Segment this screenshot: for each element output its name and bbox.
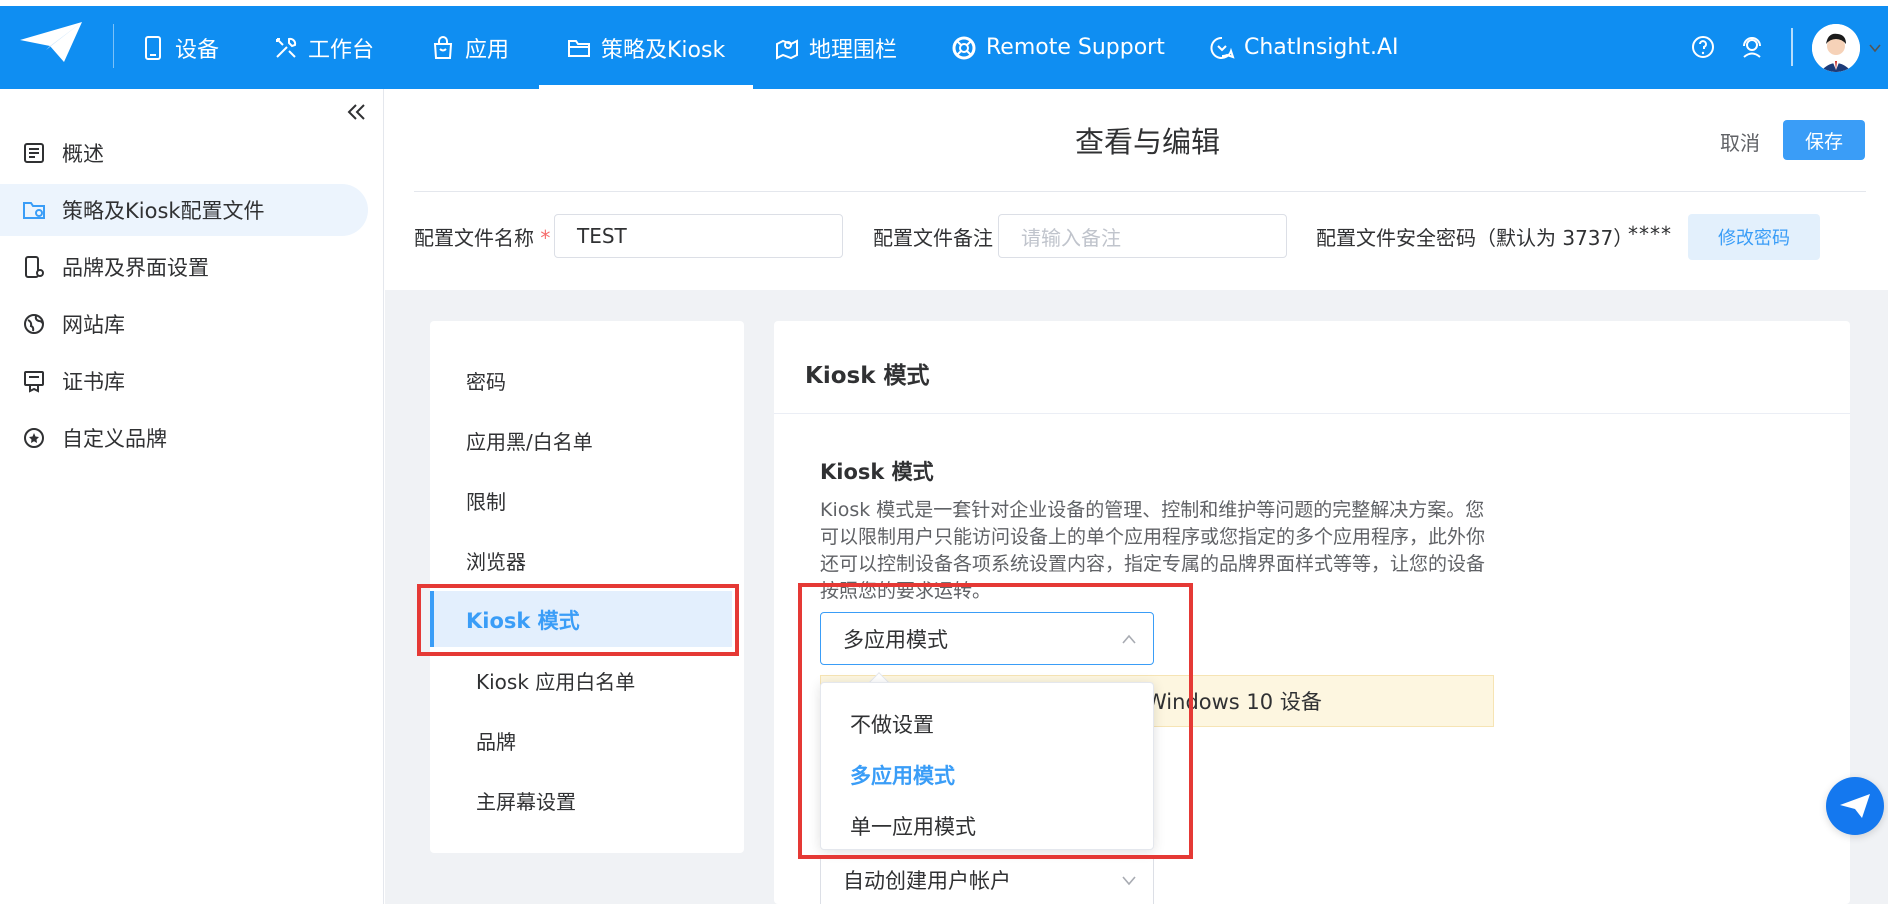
sidebar-item-website-library[interactable]: 网站库 — [0, 298, 368, 350]
submenu-item-browser[interactable]: 浏览器 — [466, 546, 526, 575]
highlight-box-kiosk-menu — [417, 584, 739, 656]
user-avatar[interactable] — [1812, 24, 1860, 72]
profile-name-value: TEST — [577, 224, 627, 248]
account-selected-value: 自动创建用户帐户 — [843, 869, 1011, 893]
sidebar-item-label: 概述 — [62, 142, 104, 166]
chat-ai-icon — [1210, 36, 1235, 59]
submenu-item-app-blacklist[interactable]: 应用黑/白名单 — [466, 426, 593, 455]
toolbar-divider — [1791, 28, 1793, 66]
panel-title: Kiosk 模式 — [805, 363, 930, 389]
profile-name-label-text: 配置文件名称 — [414, 226, 534, 250]
certificate-icon — [24, 371, 44, 393]
nav-divider — [113, 24, 114, 68]
nav-tab-label: 应用 — [465, 37, 510, 63]
sidebar-item-branding[interactable]: 品牌及界面设置 — [0, 241, 368, 293]
paper-plane-icon — [1840, 794, 1870, 818]
star-circle-icon — [24, 428, 44, 448]
floating-assistant-button[interactable] — [1826, 777, 1884, 835]
nav-tab-label: 工作台 — [308, 37, 375, 63]
nav-tab-label: 地理围栏 — [809, 37, 898, 63]
masked-password: **** — [1628, 222, 1672, 246]
globe-icon — [24, 314, 44, 334]
sidebar-item-label: 网站库 — [62, 313, 125, 337]
paper-plane-logo-icon[interactable] — [16, 16, 86, 68]
section-title: Kiosk 模式 — [820, 460, 934, 484]
submenu-item-password[interactable]: 密码 — [466, 366, 506, 395]
folder-settings-icon — [23, 202, 45, 219]
sidebar-item-label: 自定义品牌 — [62, 427, 167, 451]
nav-tab-label: 设备 — [175, 37, 220, 63]
app-bag-icon — [433, 35, 453, 59]
submenu-item-restrictions[interactable]: 限制 — [466, 486, 506, 515]
submenu-item-home-screen[interactable]: 主屏幕设置 — [476, 786, 576, 815]
tools-icon — [276, 37, 297, 58]
sidebar-item-label: 策略及Kiosk配置文件 — [62, 199, 265, 223]
nav-tab-workbench[interactable]: 工作台 — [273, 6, 374, 89]
profile-name-input[interactable]: TEST — [554, 214, 843, 258]
headset-icon[interactable] — [1739, 34, 1765, 60]
page-title: 查看与编辑 — [1075, 125, 1221, 159]
profile-note-placeholder: 请输入备注 — [1021, 225, 1121, 250]
nav-tab-label: Remote Support — [986, 35, 1165, 60]
submenu-item-kiosk-app-whitelist[interactable]: Kiosk 应用白名单 — [476, 666, 635, 695]
collapse-sidebar-icon[interactable] — [343, 99, 369, 125]
nav-tab-chatinsight[interactable]: ChatInsight.AI — [1209, 6, 1398, 89]
sidebar-item-custom-brand[interactable]: 自定义品牌 — [0, 412, 368, 464]
map-pin-icon — [776, 38, 798, 60]
chevron-down-icon — [1122, 876, 1136, 886]
nav-tab-label: ChatInsight.AI — [1244, 35, 1399, 60]
lifebuoy-icon — [952, 36, 976, 59]
change-password-button[interactable]: 修改密码 — [1688, 214, 1820, 260]
overview-icon — [24, 143, 44, 163]
header-divider — [414, 191, 1866, 192]
folder-icon — [568, 39, 590, 57]
highlight-box-mode-dropdown — [798, 583, 1193, 859]
sidebar-item-policy-profiles[interactable]: 策略及Kiosk配置文件 — [0, 184, 368, 236]
nav-tab-devices[interactable]: 设备 — [140, 6, 219, 89]
required-mark: * — [540, 226, 551, 250]
account-select[interactable]: 自动创建用户帐户 — [820, 855, 1154, 904]
profile-note-input[interactable]: 请输入备注 — [998, 214, 1287, 258]
device-icon — [145, 35, 161, 60]
help-circle-icon[interactable] — [1690, 34, 1716, 60]
submenu-item-brand[interactable]: 品牌 — [476, 726, 516, 755]
profile-note-label: 配置文件备注 — [873, 226, 993, 250]
nav-tab-geofence[interactable]: 地理围栏 — [774, 6, 897, 89]
profile-password-label: 配置文件安全密码（默认为 3737） — [1316, 226, 1634, 250]
nav-tab-label: 策略及Kiosk — [601, 37, 726, 63]
nav-tab-remote-support[interactable]: Remote Support — [951, 6, 1165, 89]
panel-divider — [774, 413, 1850, 414]
user-portrait-icon — [1812, 24, 1860, 72]
profile-name-label: 配置文件名称 * — [414, 222, 550, 251]
nav-tab-policy-kiosk[interactable]: 策略及Kiosk — [538, 6, 754, 89]
sidebar-item-label: 证书库 — [62, 370, 125, 394]
chevron-down-icon[interactable] — [1867, 40, 1883, 56]
save-button[interactable]: 保存 — [1783, 120, 1865, 160]
sidebar-item-certificate-library[interactable]: 证书库 — [0, 355, 368, 407]
sidebar-item-overview[interactable]: 概述 — [0, 127, 368, 179]
cancel-button[interactable]: 取消 — [1720, 127, 1760, 156]
nav-tab-apps[interactable]: 应用 — [430, 6, 509, 89]
top-navigation-bar: 设备 工作台 应用 策略及Kiosk 地理围栏 Remote Support C… — [0, 0, 1888, 89]
phone-settings-icon — [25, 256, 44, 278]
sidebar-item-label: 品牌及界面设置 — [62, 256, 209, 280]
